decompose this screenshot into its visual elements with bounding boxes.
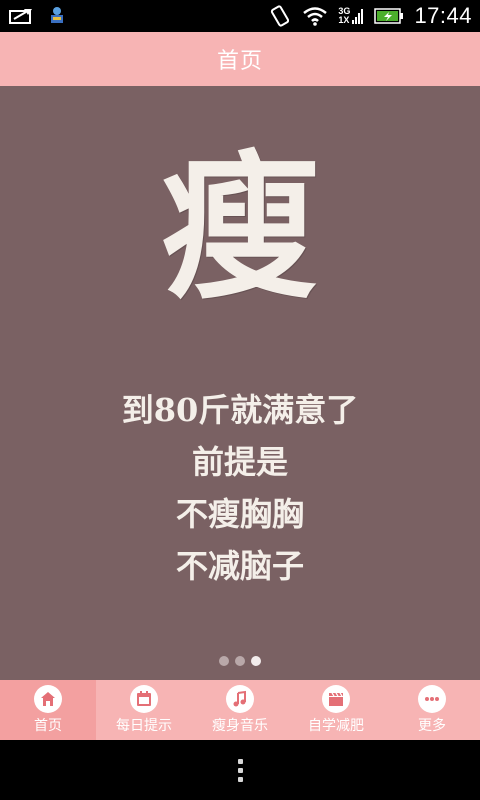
tab-self-study[interactable]: 自学减肥	[288, 680, 384, 740]
page-dot[interactable]	[235, 656, 245, 666]
music-note-icon	[226, 685, 254, 713]
menu-icon[interactable]	[228, 749, 253, 792]
banner-line: 不瘦胸胸	[175, 495, 304, 533]
page-title: 首页	[216, 49, 263, 74]
home-icon	[34, 685, 62, 713]
page-dot-active[interactable]	[251, 656, 261, 666]
network-type-bottom: 1X	[338, 15, 350, 25]
tab-label: 每日提示	[116, 718, 172, 734]
header: 首页	[0, 32, 480, 86]
battery-icon	[374, 7, 404, 25]
calendar-icon	[130, 685, 158, 713]
tab-slim-music[interactable]: 瘦身音乐	[192, 680, 288, 740]
page-indicator	[0, 656, 480, 666]
banner-line: 不减脑子	[175, 547, 304, 585]
tab-label: 自学减肥	[308, 718, 364, 734]
more-dots-icon	[418, 685, 446, 713]
tab-label: 首页	[34, 718, 62, 734]
tab-home[interactable]: 首页	[0, 680, 96, 740]
page-dot[interactable]	[219, 656, 229, 666]
clapperboard-icon	[322, 685, 350, 713]
vibrate-icon	[268, 4, 292, 28]
wifi-icon	[302, 6, 328, 26]
tab-more[interactable]: 更多	[384, 680, 480, 740]
banner-line: 到80斤就满意了	[121, 391, 359, 429]
bottom-tab-bar: 首页 每日提示 瘦身音乐 自学减肥 更多	[0, 680, 480, 740]
banner-big-char: 瘦	[161, 136, 319, 321]
banner-slide[interactable]: 瘦 到80斤就满意了 前提是 不瘦胸胸 不减脑子	[0, 86, 480, 680]
notification-icon	[8, 7, 34, 25]
status-bar: 3G 1X 17:44	[0, 0, 480, 32]
tab-daily-tips[interactable]: 每日提示	[96, 680, 192, 740]
app-icon	[48, 6, 66, 26]
status-clock: 17:44	[414, 3, 472, 28]
banner-line: 前提是	[191, 443, 288, 481]
system-nav-bar	[0, 740, 480, 800]
signal-icon: 3G 1X	[338, 6, 364, 26]
banner-text: 到80斤就满意了 前提是 不瘦胸胸 不减脑子	[122, 384, 359, 592]
tab-label: 瘦身音乐	[212, 718, 268, 734]
tab-label: 更多	[418, 718, 446, 734]
